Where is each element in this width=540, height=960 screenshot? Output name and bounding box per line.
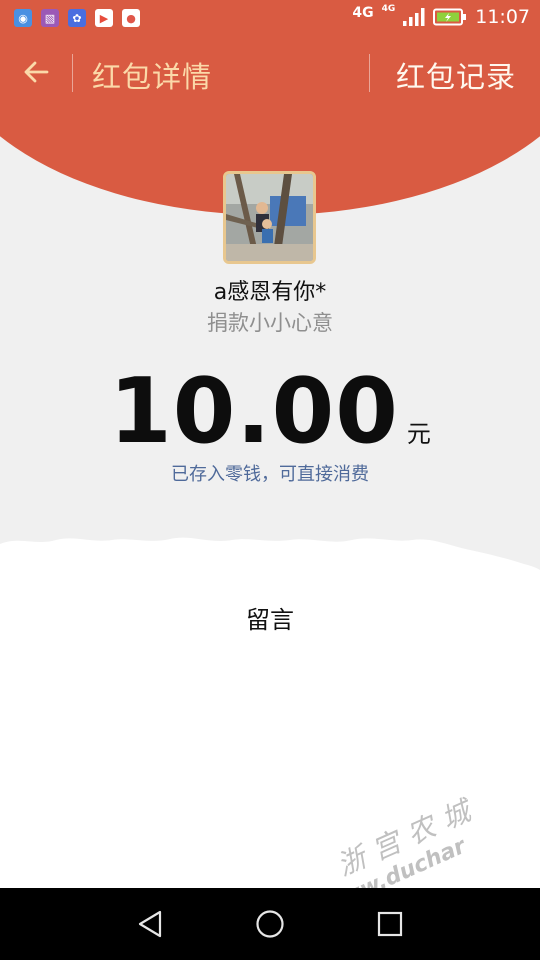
signal-app-icon: ◉ [14, 9, 32, 27]
back-arrow-icon [24, 61, 49, 83]
location-app-icon: ● [122, 9, 140, 27]
paw-app-icon: ✿ [68, 9, 86, 27]
network-type-secondary: 4G [381, 4, 396, 14]
red-packet-records-button[interactable]: 红包记录 [396, 54, 516, 96]
deposited-to-balance-link[interactable]: 已存入零钱，可直接消费 [0, 460, 540, 486]
status-bar: ◉ ▧ ✿ ▶ ● 4G 4G 11:07 [0, 0, 540, 36]
amount-row: 10.00 元 [0, 362, 540, 462]
system-navigation-bar [0, 888, 540, 960]
red-packet-detail-screen: ◉ ▧ ✿ ▶ ● 4G 4G 11:07 红包详情 红包记录 a感恩有你* 捐… [0, 0, 540, 960]
gallery-app-icon: ▧ [41, 9, 59, 27]
greeting-message: 捐款小小心意 [207, 311, 333, 335]
avatar[interactable] [223, 171, 316, 264]
nav-divider [369, 54, 370, 92]
nav-divider [72, 54, 73, 92]
page-title: 红包详情 [92, 60, 213, 94]
message-section-title: 留言 [246, 606, 294, 634]
back-button[interactable] [18, 54, 54, 90]
system-home-button[interactable] [254, 908, 286, 940]
battery-charging-icon [433, 8, 467, 26]
square-recents-icon [377, 911, 403, 937]
clock: 11:07 [475, 6, 530, 28]
avatar-photo [226, 174, 313, 261]
network-type-primary: 4G [352, 5, 374, 21]
sender-name: a感恩有你* [213, 280, 327, 305]
video-app-icon: ▶ [95, 9, 113, 27]
signal-strength-icon [403, 8, 425, 26]
circle-home-icon [256, 910, 284, 938]
system-back-button[interactable] [134, 908, 166, 940]
amount-value: 10.00 [109, 359, 399, 464]
triangle-back-icon [138, 910, 162, 938]
amount-unit: 元 [406, 420, 431, 448]
navigation-bar: 红包详情 红包记录 [0, 40, 540, 106]
system-recents-button[interactable] [374, 908, 406, 940]
